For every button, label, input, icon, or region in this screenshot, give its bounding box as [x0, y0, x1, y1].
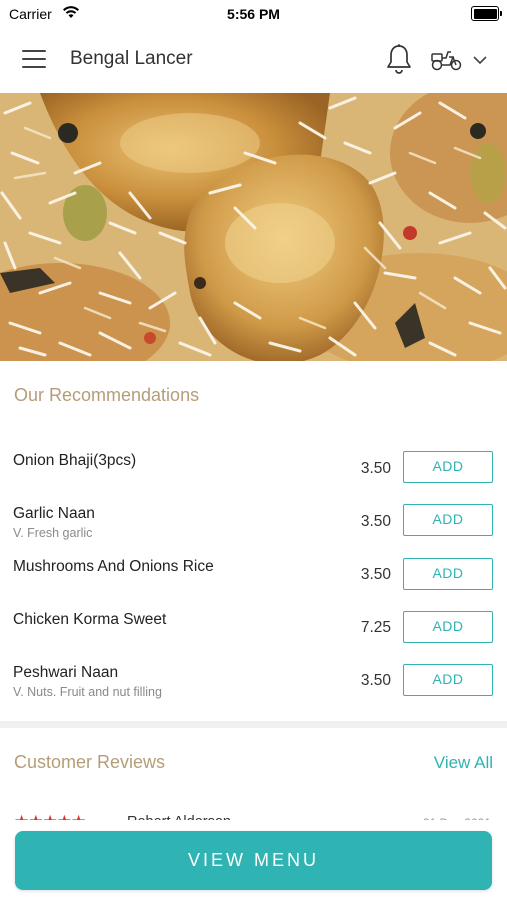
chevron-down-icon[interactable] [472, 53, 488, 67]
item-price: 3.50 [360, 460, 391, 477]
add-button[interactable]: ADD [403, 504, 493, 536]
item-name: Chicken Korma Sweet [13, 611, 167, 628]
status-bar: Carrier 5:56 PM [0, 0, 507, 28]
section-divider [0, 721, 507, 728]
hero-food-image [0, 93, 507, 361]
battery-icon [471, 6, 502, 21]
recommendation-item: Mushrooms And Onions Rice 3.50 ADD [0, 558, 507, 606]
recommendation-item: Peshwari Naan V. Nuts. Fruit and nut fil… [0, 664, 507, 712]
hamburger-menu-icon[interactable] [22, 50, 48, 70]
reviews-heading: Customer Reviews [14, 752, 166, 772]
view-all-reviews-link[interactable]: View All [434, 753, 493, 773]
add-button[interactable]: ADD [403, 558, 493, 590]
item-price: 3.50 [360, 513, 391, 530]
add-button[interactable]: ADD [403, 611, 493, 643]
item-name: Mushrooms And Onions Rice [13, 558, 214, 575]
recommendation-item: Garlic Naan V. Fresh garlic 3.50 ADD [0, 504, 507, 553]
recommendation-item: Onion Bhaji(3pcs) 3.50 ADD [0, 451, 507, 500]
biryani-illustration [0, 93, 507, 361]
clock: 5:56 PM [227, 6, 280, 22]
restaurant-title: Bengal Lancer [70, 48, 193, 69]
item-price: 7.25 [360, 619, 391, 636]
add-button[interactable]: ADD [403, 664, 493, 696]
item-name: Peshwari Naan [13, 664, 119, 681]
bell-icon[interactable] [385, 43, 413, 75]
add-button[interactable]: ADD [403, 451, 493, 483]
view-menu-button[interactable]: VIEW MENU [15, 831, 492, 890]
item-price: 3.50 [360, 672, 391, 689]
item-price: 3.50 [360, 566, 391, 583]
recommendation-item: Chicken Korma Sweet 7.25 ADD [0, 611, 507, 659]
nav-bar: Bengal Lancer [0, 28, 507, 92]
item-name: Onion Bhaji(3pcs) [13, 452, 137, 469]
item-description: V. Fresh garlic [13, 526, 93, 540]
delivery-scooter-icon[interactable] [430, 48, 464, 72]
item-name: Garlic Naan [13, 505, 95, 522]
recommendations-heading: Our Recommendations [14, 385, 200, 405]
item-description: V. Nuts. Fruit and nut filling [13, 685, 162, 699]
